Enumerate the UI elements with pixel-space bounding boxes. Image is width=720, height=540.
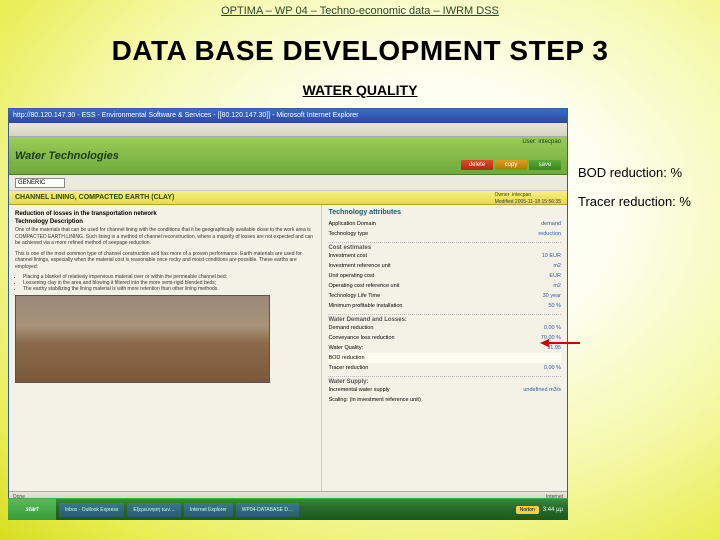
save-button[interactable]: save <box>529 160 561 170</box>
left-heading-2: Technology Description <box>15 219 315 225</box>
callout-bod: BOD reduction: % <box>578 165 682 180</box>
technology-name: CHANNEL LINING, COMPACTED EARTH (CLAY) <box>15 191 174 204</box>
attrs-heading: Technology attributes <box>328 209 561 216</box>
description-pane: Reduction of losses in the transportatio… <box>9 205 321 491</box>
norton-tray[interactable]: Norton <box>516 506 539 514</box>
user-label: User: intecpao <box>522 139 561 145</box>
copy-button[interactable]: copy <box>495 160 527 170</box>
cost-section: Cost estimates <box>328 242 561 251</box>
task-item[interactable]: WP04-DATABASE D… <box>236 503 299 517</box>
channel-photo <box>15 295 270 383</box>
task-item[interactable]: Internet Explorer <box>184 503 233 517</box>
desc-para-1: One of the materials that can be used fo… <box>15 227 315 247</box>
tech-type-select[interactable]: GENERIC <box>15 178 65 188</box>
browser-titlebar: http://80.120.147.30 - ESS - Environment… <box>9 109 567 123</box>
task-item[interactable]: Inbox - Outlook Express <box>59 503 124 517</box>
attributes-pane: Technology attributes Application Domain… <box>321 205 567 491</box>
start-button[interactable]: start <box>8 499 56 520</box>
clock: 3:44 μμ <box>543 507 563 513</box>
desc-bullet-3: The earthy stabilizing the lining materi… <box>23 286 315 292</box>
delete-button[interactable]: delete <box>461 160 493 170</box>
browser-window: http://80.120.147.30 - ESS - Environment… <box>8 108 568 498</box>
owner-meta: Owner intecpao Modified 2005-11-18 15:56… <box>495 191 561 204</box>
left-heading-1: Reduction of losses in the transportatio… <box>15 211 315 217</box>
desc-para-2: This is one of the most common type of c… <box>15 251 315 271</box>
task-item[interactable]: Εξερεύνηση των… <box>127 503 180 517</box>
supply-section: Water Supply: <box>328 376 561 385</box>
slide-subtitle: WATER QUALITY <box>0 82 720 98</box>
technology-name-bar: CHANNEL LINING, COMPACTED EARTH (CLAY) O… <box>9 191 567 205</box>
slide-title: DATA BASE DEVELOPMENT STEP 3 <box>0 35 720 67</box>
browser-toolbar[interactable] <box>9 123 567 137</box>
bod-reduction-row: BOD reduction <box>328 353 561 363</box>
callout-tracer: Tracer reduction: % <box>578 194 691 209</box>
technology-selector-row: GENERIC <box>9 175 567 191</box>
app-header: Water Technologies User: intecpao delete… <box>9 137 567 175</box>
water-section: Water Demand and Losses: <box>328 314 561 323</box>
project-header-label: OPTIMA – WP 04 – Techno-economic data – … <box>221 5 499 17</box>
taskbar[interactable]: start Inbox - Outlook Express Εξερεύνηση… <box>8 498 568 520</box>
app-logo: Water Technologies <box>15 150 119 162</box>
